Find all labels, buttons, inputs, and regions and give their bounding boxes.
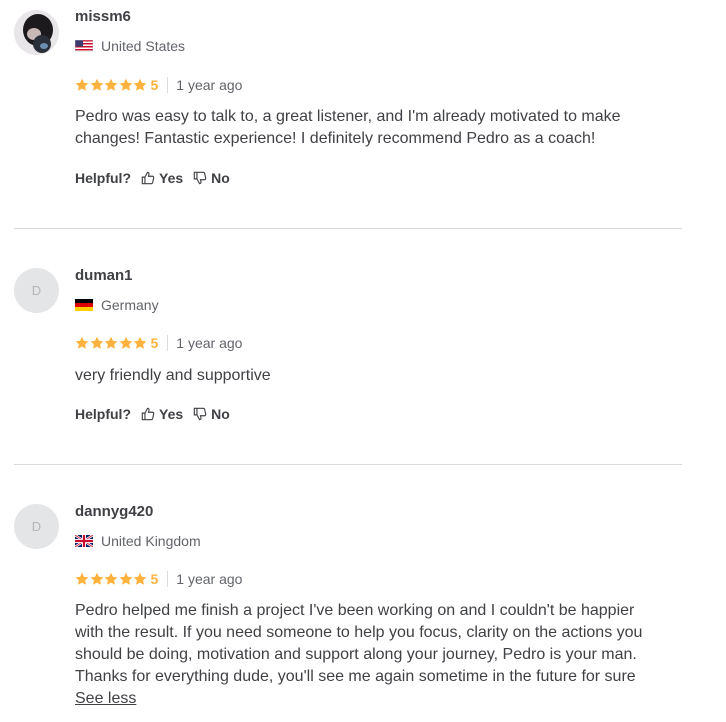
reviewer-username[interactable]: dannyg420 [75, 503, 153, 520]
review-text: Pedro helped me finish a project I've be… [75, 600, 705, 710]
no-label: No [211, 406, 230, 422]
thumb-down-icon [193, 407, 207, 421]
review-text-line: should be doing, motivation and support … [75, 646, 637, 663]
no-label: No [211, 170, 230, 186]
reviewer-country: United Kingdom [75, 533, 201, 549]
reviewer-username[interactable]: missm6 [75, 8, 131, 25]
helpful-row: Helpful? Yes No [75, 170, 240, 186]
star-icon [104, 572, 118, 585]
review-text-line: Pedro helped me finish a project I've be… [75, 602, 635, 619]
avatar[interactable]: D [14, 504, 59, 549]
reviewer-country: United States [75, 38, 185, 54]
see-less-link[interactable]: See less [75, 688, 705, 710]
thumb-up-icon [141, 171, 155, 185]
star-icon [104, 78, 118, 91]
star-icon [75, 78, 89, 91]
review-divider [14, 228, 682, 229]
thumb-down-icon [193, 171, 207, 185]
star-icon [133, 572, 147, 585]
country-name: United Kingdom [101, 533, 201, 549]
review-time: 1 year ago [176, 335, 243, 351]
rating-row: 5 1 year ago [75, 77, 242, 93]
separator [167, 77, 169, 93]
star-icon [75, 572, 89, 585]
thumb-up-icon [141, 407, 155, 421]
rating-value: 5 [150, 335, 159, 351]
review-text-line: with the result. If you need someone to … [75, 624, 643, 641]
review-time: 1 year ago [176, 571, 243, 587]
rating-row: 5 1 year ago [75, 571, 242, 587]
avatar-photo [14, 10, 59, 55]
us-flag-icon [75, 40, 93, 52]
review-divider [14, 464, 682, 465]
star-rating [75, 336, 148, 350]
vote-no-button[interactable]: No [193, 406, 230, 422]
star-icon [90, 572, 103, 585]
reviewer-country: Germany [75, 297, 159, 313]
rating-value: 5 [150, 571, 159, 587]
star-icon [104, 336, 118, 349]
reviews-list: missm6 United States 5 1 year ago Pedro … [0, 0, 726, 722]
star-icon [90, 78, 103, 91]
review-text-line: Thanks for everything dude, you'll see m… [75, 668, 636, 685]
star-rating [75, 572, 148, 586]
star-icon [119, 336, 132, 349]
helpful-label: Helpful? [75, 406, 131, 422]
yes-label: Yes [159, 406, 184, 422]
gb-flag-icon [75, 535, 93, 547]
review-time: 1 year ago [176, 77, 243, 93]
star-icon [133, 78, 147, 91]
reviewer-username[interactable]: duman1 [75, 267, 133, 284]
avatar-letter: D [31, 519, 42, 534]
rating-row: 5 1 year ago [75, 335, 242, 351]
avatar[interactable] [14, 10, 59, 55]
review-text: very friendly and supportive [75, 365, 675, 387]
separator [167, 571, 169, 587]
star-icon [119, 78, 132, 91]
helpful-label: Helpful? [75, 170, 131, 186]
yes-label: Yes [159, 170, 184, 186]
star-icon [119, 572, 132, 585]
vote-yes-button[interactable]: Yes [141, 406, 183, 422]
separator [167, 335, 169, 351]
de-flag-icon [75, 299, 93, 311]
avatar-letter: D [31, 283, 42, 298]
star-icon [75, 336, 89, 349]
review-text-line: changes! Fantastic experience! I definit… [75, 130, 596, 147]
helpful-row: Helpful? Yes No [75, 406, 240, 422]
review-text: Pedro was easy to talk to, a great liste… [75, 106, 675, 150]
country-name: Germany [101, 297, 159, 313]
review-text-line: very friendly and supportive [75, 367, 271, 384]
review-text-line: Pedro was easy to talk to, a great liste… [75, 108, 621, 125]
vote-no-button[interactable]: No [193, 170, 230, 186]
vote-yes-button[interactable]: Yes [141, 170, 183, 186]
star-rating [75, 78, 148, 92]
star-icon [133, 336, 147, 349]
country-name: United States [101, 38, 186, 54]
rating-value: 5 [150, 77, 159, 93]
avatar[interactable]: D [14, 268, 59, 313]
star-icon [90, 336, 103, 349]
